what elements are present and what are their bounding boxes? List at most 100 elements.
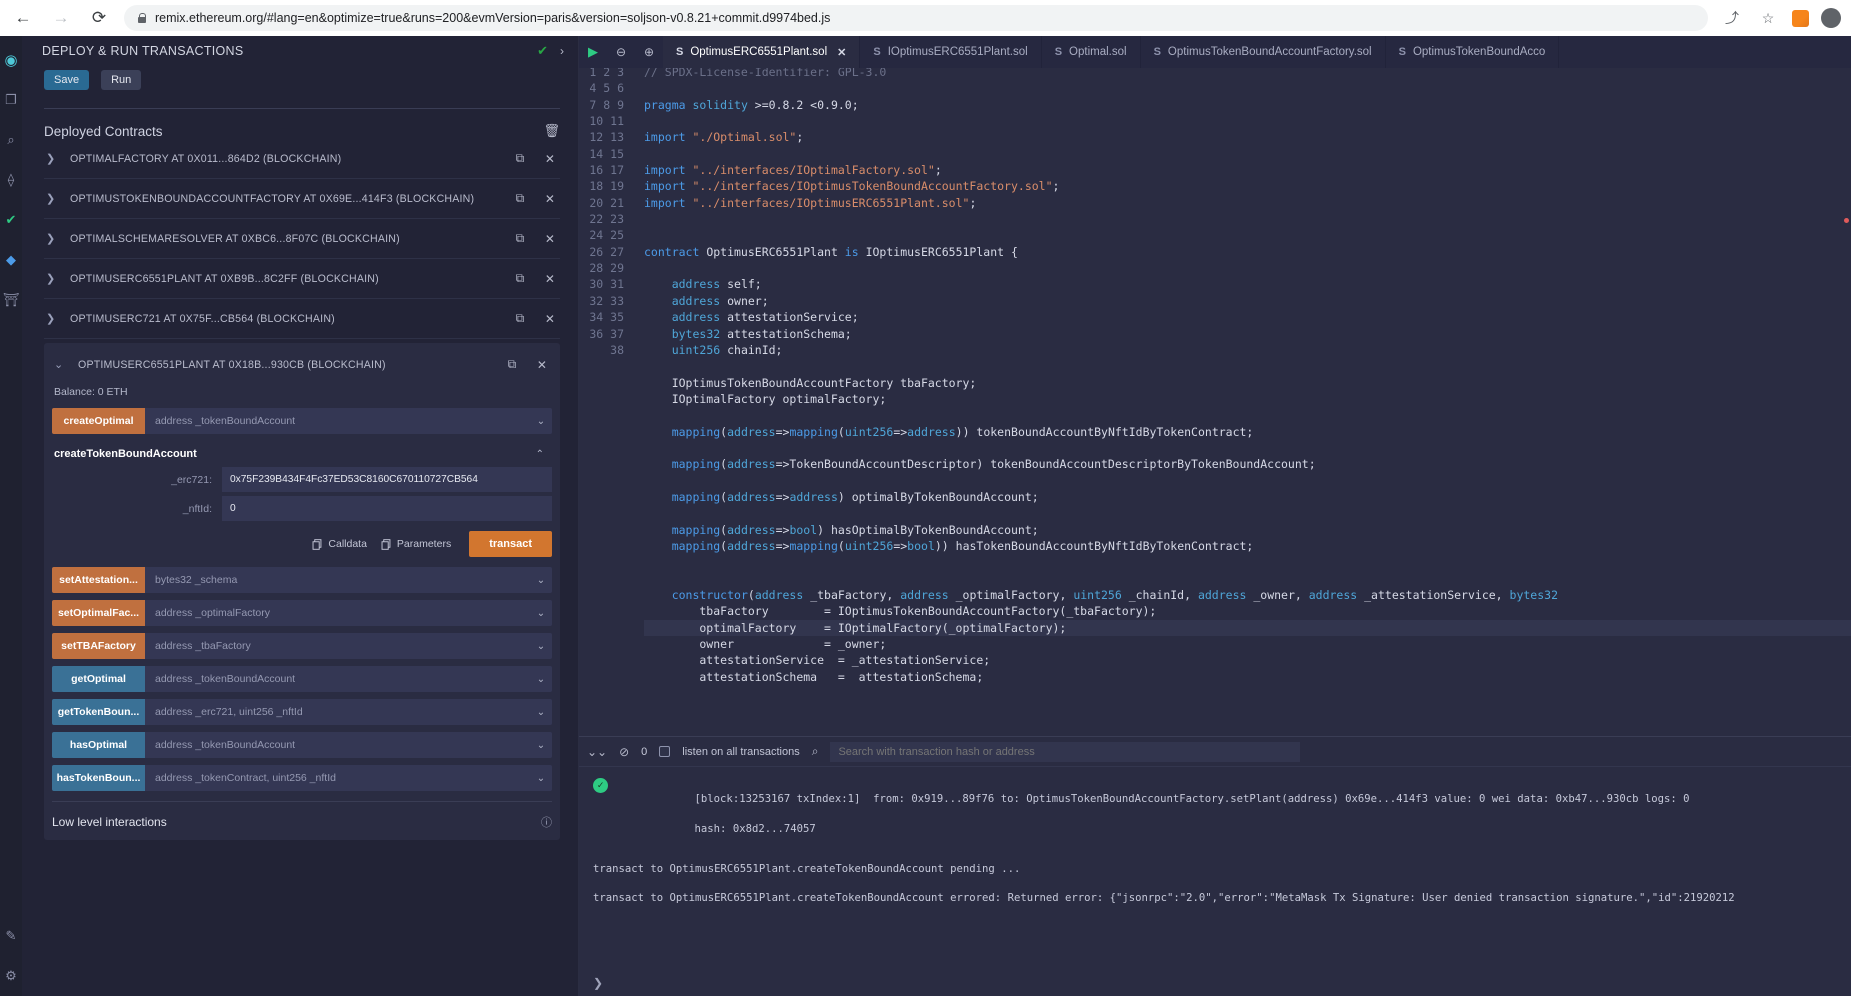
chevron-right-icon[interactable]: ❯ [46, 232, 56, 245]
copy-icon[interactable]: ⧉ [512, 311, 528, 326]
copy-icon[interactable]: ⧉ [512, 271, 528, 286]
code-editor[interactable]: 1 2 3 4 5 6 7 8 9 10 11 12 13 14 15 16 1… [579, 68, 1851, 736]
code-content[interactable]: // SPDX-License-Identifier: GPL-3.0 pragm… [634, 68, 1851, 736]
address-bar[interactable]: remix.ethereum.org/#lang=en&optimize=tru… [124, 5, 1708, 31]
form-header[interactable]: createTokenBoundAccount ⌃ [52, 441, 552, 467]
hasTokenBoundAccount-button[interactable]: hasTokenBoun... [52, 765, 145, 791]
chevron-up-icon[interactable]: ⌃ [536, 449, 546, 460]
chevron-right-icon[interactable]: ❯ [46, 152, 56, 165]
copy-icon[interactable]: ⧉ [512, 151, 528, 166]
search-icon[interactable]: ⌕ [812, 744, 819, 759]
chevron-down-icon[interactable]: ⌄ [530, 699, 552, 725]
getTokenBoundAccount-button[interactable]: getTokenBoun... [52, 699, 145, 725]
trash-icon[interactable]: 🗑 [543, 123, 560, 139]
getTokenBoundAccount-args[interactable]: address _erc721, uint256 _nftId [145, 699, 530, 725]
chevron-down-icon[interactable]: ⌄ [530, 732, 552, 758]
play-icon[interactable]: ▶ [579, 36, 607, 68]
chevron-down-icon[interactable]: ⌄ [530, 408, 552, 434]
hasTokenBoundAccount-args[interactable]: address _tokenContract, uint256 _nftId [145, 765, 530, 791]
copy-icon[interactable]: ⧉ [504, 357, 520, 372]
log-entry-success[interactable]: ✓ [block:13253167 txIndex:1] from: 0x919… [593, 777, 1837, 852]
close-icon[interactable]: ✕ [837, 46, 846, 59]
parameters-button[interactable]: Parameters [381, 538, 451, 550]
tab-IOptimusERC6551Plant[interactable]: S IOptimusERC6551Plant.sol [860, 36, 1042, 68]
chevron-right-icon[interactable]: ❯ [46, 192, 56, 205]
close-icon[interactable]: ✕ [542, 192, 558, 206]
contract-item[interactable]: ❯ OPTIMUSERC721 AT 0X75F...CB564 (BLOCKC… [44, 299, 560, 339]
zoom-out-icon[interactable]: ⊖ [607, 36, 635, 68]
chevron-down-icon[interactable]: ⌄ [530, 633, 552, 659]
close-icon[interactable]: ✕ [542, 312, 558, 326]
hasOptimal-args[interactable]: address _tokenBoundAccount [145, 732, 530, 758]
tab-label: OptimusERC6551Plant.sol [690, 46, 828, 58]
close-icon[interactable]: ✕ [542, 152, 558, 166]
setTBAFactory-args[interactable]: address _tbaFactory [145, 633, 530, 659]
compiler-ok-icon[interactable]: ✔ [0, 200, 22, 240]
chevron-double-down-icon[interactable]: ⌄⌄ [587, 745, 607, 759]
chevron-right-icon[interactable]: ❯ [46, 272, 56, 285]
createOptimal-button[interactable]: createOptimal [52, 408, 145, 434]
debugger-icon[interactable]: ⛩ [0, 280, 22, 320]
low-level-interactions[interactable]: Low level interactions ⓘ [52, 801, 552, 830]
settings-icon[interactable]: ⚙ [0, 956, 22, 996]
contract-item[interactable]: ❯ OPTIMALSCHEMARESOLVER AT 0XBC6...8F07C… [44, 219, 560, 259]
getOptimal-args[interactable]: address _tokenBoundAccount [145, 666, 530, 692]
tab-OptimusTokenBoundAcco[interactable]: S OptimusTokenBoundAcco [1386, 36, 1560, 68]
setOptimalFactory-args[interactable]: address _optimalFactory [145, 600, 530, 626]
tab-Optimal[interactable]: S Optimal.sol [1042, 36, 1141, 68]
terminal-prompt[interactable]: ❯ [579, 970, 1851, 996]
createOptimal-args[interactable]: address _tokenBoundAccount [145, 408, 530, 434]
getOptimal-button[interactable]: getOptimal [52, 666, 145, 692]
back-button[interactable]: ← [10, 5, 36, 31]
setAttestation-button[interactable]: setAttestation... [52, 567, 145, 593]
close-icon[interactable]: ✕ [542, 272, 558, 286]
chevron-right-icon[interactable]: › [560, 44, 564, 58]
hasOptimal-button[interactable]: hasOptimal [52, 732, 145, 758]
nftid-input[interactable] [222, 496, 552, 521]
setAttestation-args[interactable]: bytes32 _schema [145, 567, 530, 593]
reload-button[interactable]: ⟳ [86, 5, 112, 31]
solidity-compiler-icon[interactable]: ⟠ [0, 160, 22, 200]
info-icon[interactable]: ⓘ [541, 814, 552, 830]
copy-icon[interactable]: ⧉ [512, 231, 528, 246]
metamask-icon[interactable] [1792, 9, 1809, 27]
tab-OptimusTokenBoundAccountFactory[interactable]: S OptimusTokenBoundAccountFactory.sol [1141, 36, 1386, 68]
forward-button[interactable]: → [48, 5, 74, 31]
file-explorer-icon[interactable]: ❐ [0, 80, 22, 120]
remix-logo[interactable]: ◉ [0, 40, 22, 80]
ban-icon[interactable]: ⊘ [619, 745, 629, 759]
plugin-manager-icon[interactable]: ✎ [0, 916, 22, 956]
chevron-down-icon[interactable]: ⌄ [530, 765, 552, 791]
chevron-down-icon[interactable]: ⌄ [530, 666, 552, 692]
setTBAFactory-button[interactable]: setTBAFactory [52, 633, 145, 659]
contract-item[interactable]: ❯ OPTIMUSERC6551PLANT AT 0XB9B...8C2FF (… [44, 259, 560, 299]
deploy-run-icon[interactable]: ◆ [0, 240, 22, 280]
profile-avatar[interactable] [1821, 8, 1841, 28]
calldata-button[interactable]: Calldata [312, 538, 367, 550]
terminal-search-input[interactable] [830, 741, 1301, 762]
transact-button[interactable]: transact [469, 531, 552, 557]
close-icon[interactable]: ✕ [542, 232, 558, 246]
search-icon[interactable]: ⌕ [0, 120, 22, 160]
terminal-log[interactable]: ✓ [block:13253167 txIndex:1] from: 0x919… [579, 767, 1851, 970]
star-icon[interactable]: ☆ [1756, 6, 1780, 30]
chevron-down-icon[interactable]: ⌄ [54, 358, 64, 371]
chevron-down-icon[interactable]: ⌄ [530, 600, 552, 626]
tab-label: IOptimusERC6551Plant.sol [887, 46, 1028, 58]
erc721-input[interactable] [222, 467, 552, 492]
contract-item[interactable]: ❯ OPTIMALFACTORY AT 0X011...864D2 (BLOCK… [44, 139, 560, 179]
active-contract-header[interactable]: ⌄ OPTIMUSERC6551PLANT AT 0X18B...930CB (… [52, 345, 552, 384]
listen-checkbox[interactable] [659, 746, 671, 757]
copy-icon[interactable]: ⧉ [512, 191, 528, 206]
chevron-down-icon[interactable]: ⌄ [530, 567, 552, 593]
tab-OptimusERC6551Plant[interactable]: S OptimusERC6551Plant.sol ✕ [663, 36, 861, 68]
contract-item[interactable]: ❯ OPTIMUSTOKENBOUNDACCOUNTFACTORY AT 0X6… [44, 179, 560, 219]
zoom-in-icon[interactable]: ⊕ [635, 36, 663, 68]
run-button[interactable]: Run [101, 70, 142, 90]
check-icon[interactable]: ✔ [537, 43, 548, 59]
save-button[interactable]: Save [44, 70, 90, 90]
close-icon[interactable]: ✕ [534, 358, 550, 372]
setOptimalFactory-button[interactable]: setOptimalFac... [52, 600, 145, 626]
chevron-right-icon[interactable]: ❯ [46, 312, 56, 325]
share-icon[interactable]: ⤴ [1720, 6, 1744, 30]
